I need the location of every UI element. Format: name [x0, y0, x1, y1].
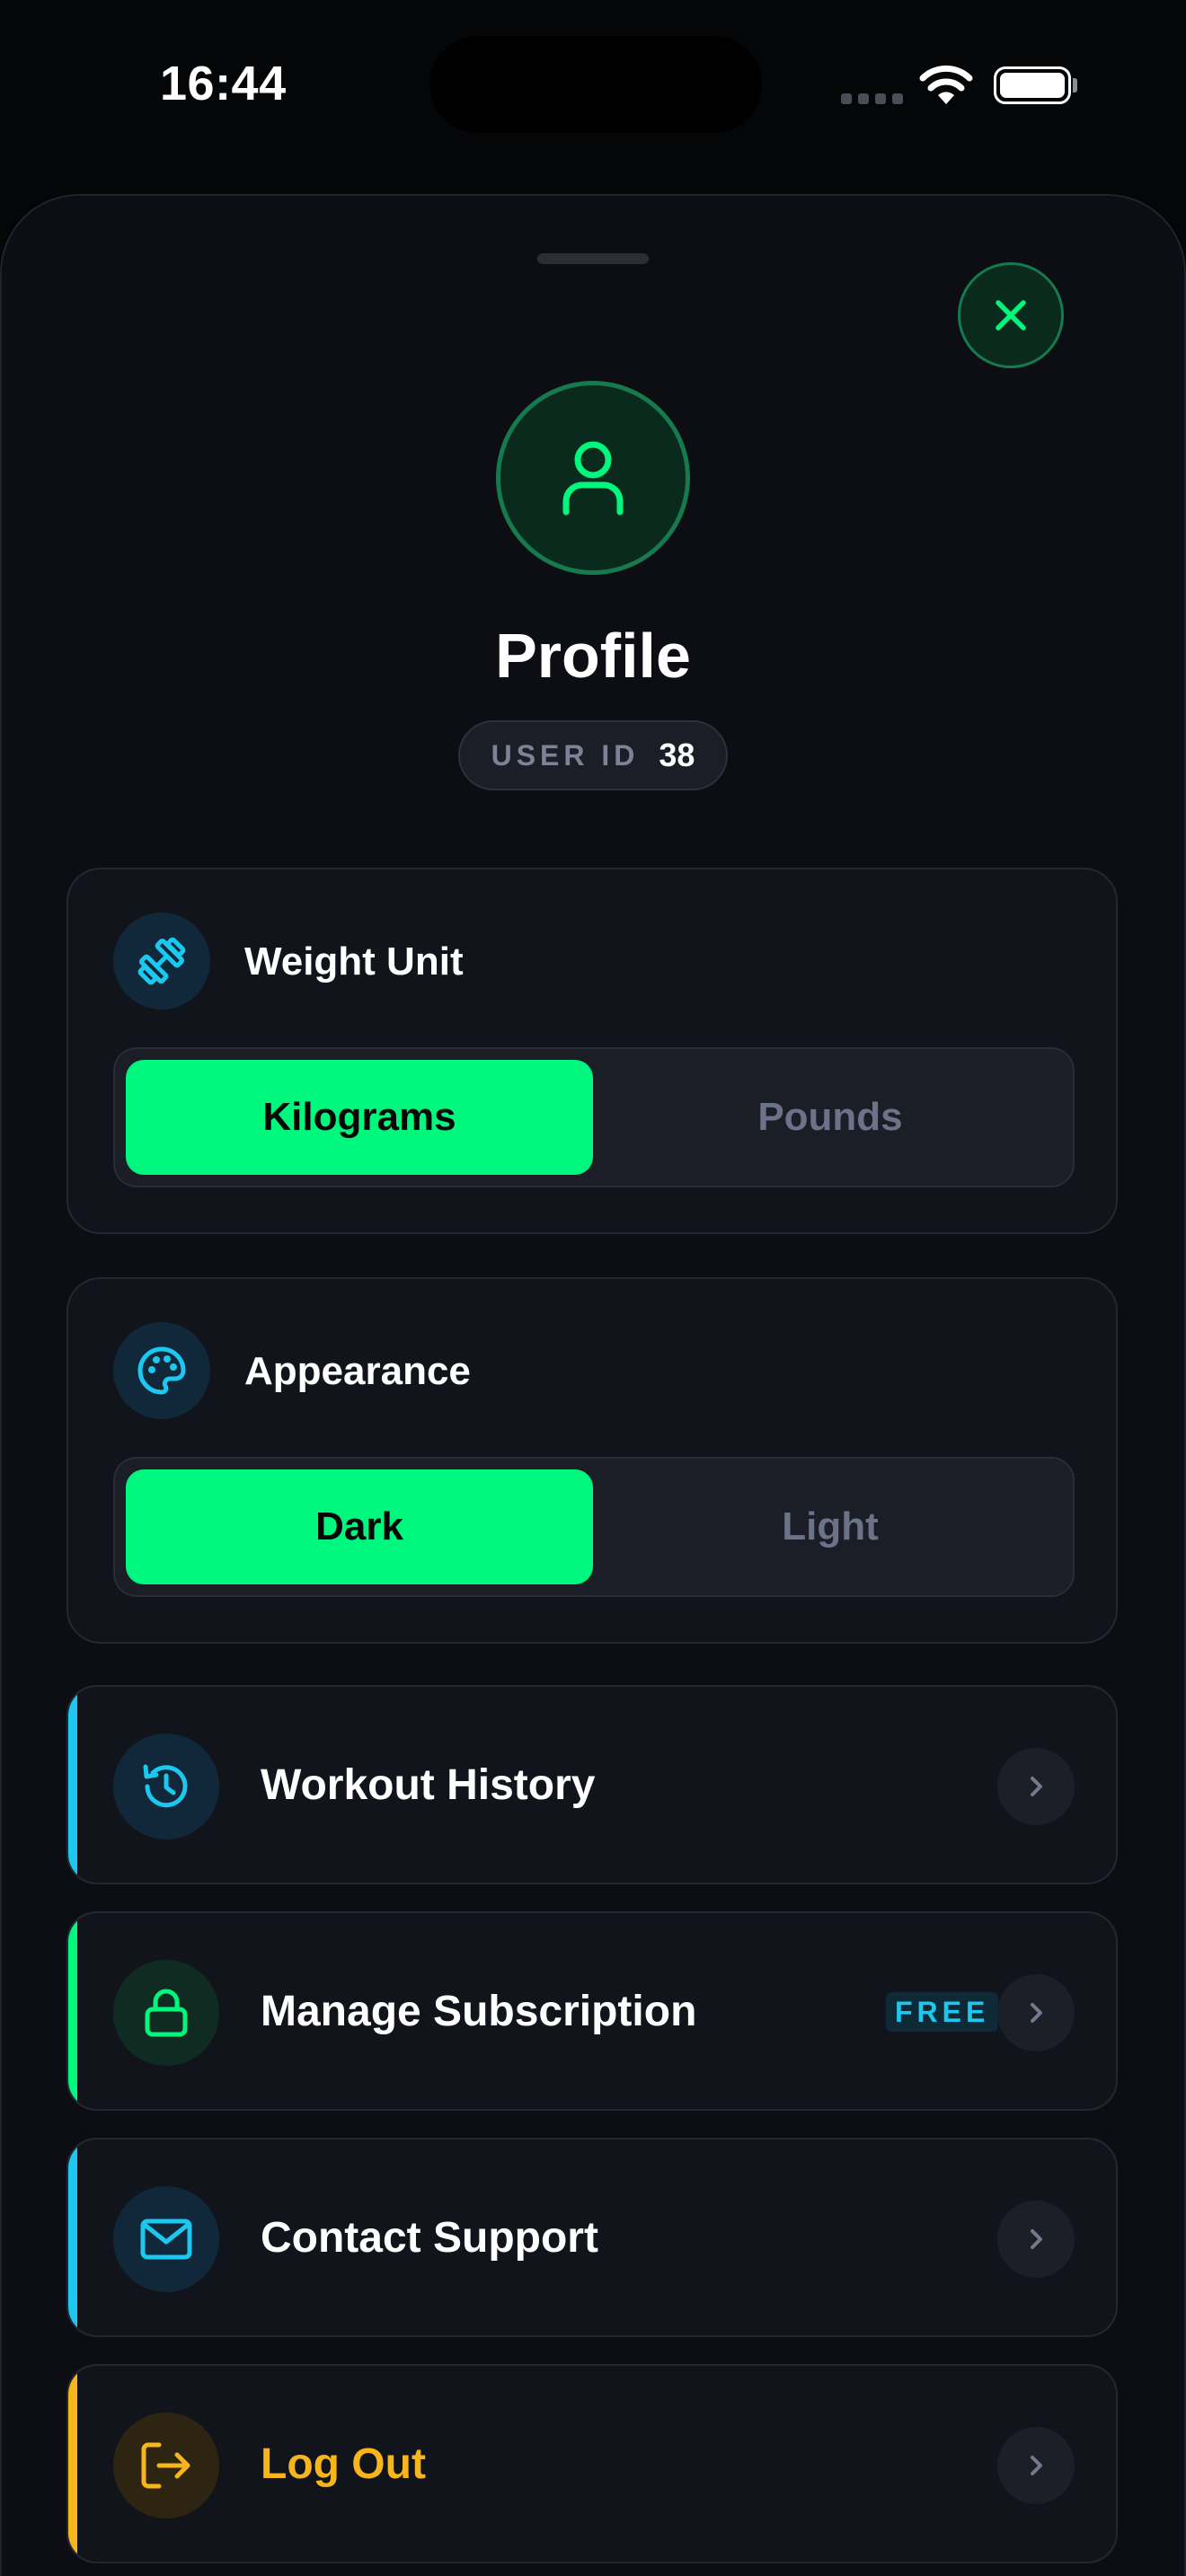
weight-unit-title: Weight Unit — [244, 940, 464, 984]
kilograms-option[interactable]: Kilograms — [126, 1060, 593, 1175]
chevron-right-icon — [997, 2427, 1075, 2504]
page-title: Profile — [495, 621, 691, 691]
log-out-label: Log Out — [261, 2439, 426, 2488]
row-accent — [68, 2139, 77, 2335]
wifi-icon — [919, 65, 973, 104]
chevron-right-icon — [997, 1974, 1075, 2051]
logout-icon — [113, 2413, 219, 2519]
mail-icon — [113, 2186, 219, 2292]
lock-icon — [113, 1960, 219, 2066]
avatar — [496, 381, 690, 575]
manage-subscription-row[interactable]: Manage Subscription FREE — [66, 1911, 1118, 2111]
cellular-signal-icon — [841, 93, 903, 104]
contact-support-label: Contact Support — [261, 2213, 598, 2262]
sheet-grabber[interactable] — [537, 253, 649, 264]
row-accent — [68, 2366, 77, 2562]
row-accent — [68, 1913, 77, 2109]
contact-support-row[interactable]: Contact Support — [66, 2138, 1118, 2337]
row-accent — [68, 1687, 77, 1883]
log-out-row[interactable]: Log Out — [66, 2364, 1118, 2563]
workout-history-label: Workout History — [261, 1760, 596, 1809]
weight-unit-toggle: Kilograms Pounds — [113, 1047, 1075, 1187]
pounds-option[interactable]: Pounds — [597, 1060, 1064, 1175]
user-id-value: 38 — [659, 737, 695, 773]
plan-badge: FREE — [886, 1992, 999, 2032]
user-id-badge: USER ID 38 — [458, 720, 728, 790]
appearance-card: Appearance Dark Light — [66, 1277, 1118, 1644]
workout-history-row[interactable]: Workout History — [66, 1685, 1118, 1884]
appearance-title: Appearance — [244, 1349, 471, 1393]
appearance-toggle: Dark Light — [113, 1457, 1075, 1597]
battery-icon — [994, 66, 1071, 104]
user-icon — [562, 441, 624, 516]
dark-option[interactable]: Dark — [126, 1469, 593, 1584]
dynamic-island — [429, 36, 762, 133]
close-icon — [996, 300, 1026, 331]
battery-tip — [1073, 78, 1077, 93]
dumbbell-icon — [113, 913, 210, 1010]
manage-subscription-label: Manage Subscription — [261, 1987, 697, 2035]
status-time: 16:44 — [160, 57, 287, 110]
chevron-right-icon — [997, 2201, 1075, 2278]
profile-screen: 16:44 Profile USER ID 38 Weight Unit Kil… — [0, 0, 1186, 2576]
weight-unit-card: Weight Unit Kilograms Pounds — [66, 868, 1118, 1234]
history-icon — [113, 1734, 219, 1839]
user-id-label: USER ID — [491, 738, 640, 772]
close-button[interactable] — [958, 262, 1064, 368]
palette-icon — [113, 1322, 210, 1419]
light-option[interactable]: Light — [597, 1469, 1064, 1584]
chevron-right-icon — [997, 1748, 1075, 1825]
